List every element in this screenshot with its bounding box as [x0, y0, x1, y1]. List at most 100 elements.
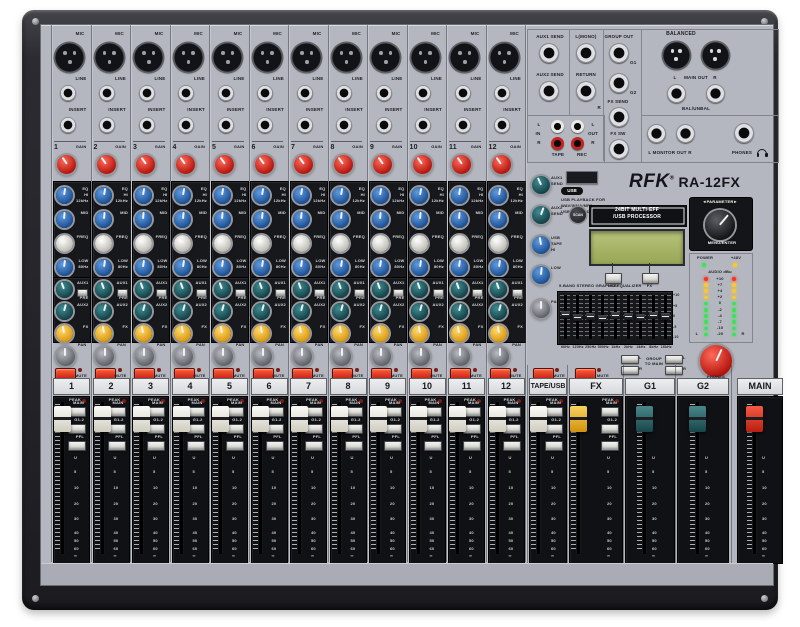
eq-mid-knob[interactable]: [174, 211, 191, 228]
eq-eq-knob[interactable]: [332, 187, 349, 204]
fader-pfl-button[interactable]: [463, 441, 481, 451]
fader-pfl-button[interactable]: [601, 441, 619, 451]
fader-pfl-button[interactable]: [384, 441, 402, 451]
master-fader-tape-usb-cap[interactable]: [530, 406, 547, 432]
aux-fx-knob[interactable]: [490, 325, 507, 342]
eq-mid-knob[interactable]: [135, 211, 152, 228]
aux-fx-knob[interactable]: [56, 325, 73, 342]
aux-aux2-knob[interactable]: [490, 303, 507, 320]
fader-pfl-button[interactable]: [266, 441, 284, 451]
aux-fx-knob[interactable]: [214, 325, 231, 342]
pan-knob[interactable]: [332, 347, 351, 366]
aux-fx-knob[interactable]: [372, 325, 389, 342]
eq-low-knob[interactable]: [332, 259, 349, 276]
channel-fader-cap[interactable]: [370, 406, 387, 432]
eq-freq-knob[interactable]: [293, 235, 310, 252]
g1-to-main-l-button[interactable]: [621, 355, 639, 364]
tape-strip-low-knob[interactable]: [532, 266, 550, 284]
aux-fx-knob[interactable]: [135, 325, 152, 342]
eq-eq-knob[interactable]: [451, 187, 468, 204]
eq-eq-knob[interactable]: [135, 187, 152, 204]
usb-port[interactable]: [566, 171, 598, 184]
fader-pfl-button[interactable]: [147, 441, 165, 451]
aux-aux2-knob[interactable]: [56, 303, 73, 320]
fader-pfl-button[interactable]: [345, 441, 363, 451]
g2-to-main-l-button[interactable]: [665, 355, 683, 364]
aux-fx-knob[interactable]: [411, 325, 428, 342]
pan-knob[interactable]: [411, 347, 430, 366]
g2-to-main-r-button[interactable]: [665, 366, 683, 375]
aux-aux2-knob[interactable]: [135, 303, 152, 320]
channel-fader-cap[interactable]: [54, 406, 71, 432]
gain-knob[interactable]: [452, 155, 471, 174]
eq-low-knob[interactable]: [490, 259, 507, 276]
aux-aux2-knob[interactable]: [332, 303, 349, 320]
tape-strip-aux1-knob[interactable]: [532, 176, 550, 194]
channel-fader-cap[interactable]: [173, 406, 190, 432]
eq-eq-knob[interactable]: [372, 187, 389, 204]
pan-knob[interactable]: [490, 347, 509, 366]
eq-mid-knob[interactable]: [56, 211, 73, 228]
geq-slider[interactable]: [598, 315, 607, 322]
channel-fader-cap[interactable]: [94, 406, 111, 432]
fader-pfl-button[interactable]: [68, 441, 86, 451]
eq-mid-knob[interactable]: [95, 211, 112, 228]
aux-aux1-knob[interactable]: [174, 281, 191, 298]
aux-aux1-knob[interactable]: [411, 281, 428, 298]
aux-fx-knob[interactable]: [332, 325, 349, 342]
eq-mid-knob[interactable]: [451, 211, 468, 228]
pan-knob[interactable]: [372, 347, 391, 366]
gain-knob[interactable]: [57, 155, 76, 174]
geq-slider[interactable]: [573, 314, 582, 321]
aux-aux2-knob[interactable]: [253, 303, 270, 320]
gain-knob[interactable]: [97, 155, 116, 174]
aux-fx-knob[interactable]: [95, 325, 112, 342]
master-fader-g1-cap[interactable]: [636, 406, 653, 432]
eq-freq-knob[interactable]: [56, 235, 73, 252]
fader-pfl-button[interactable]: [226, 441, 244, 451]
eq-mid-knob[interactable]: [372, 211, 389, 228]
eq-freq-knob[interactable]: [411, 235, 428, 252]
channel-fader-cap[interactable]: [331, 406, 348, 432]
aux-aux2-knob[interactable]: [174, 303, 191, 320]
parameter-knob[interactable]: [705, 210, 735, 240]
fader-pfl-button[interactable]: [503, 441, 521, 451]
aux-fx-knob[interactable]: [174, 325, 191, 342]
eq-low-knob[interactable]: [253, 259, 270, 276]
aux-aux1-knob[interactable]: [253, 281, 270, 298]
channel-fader-cap[interactable]: [133, 406, 150, 432]
fader-g1-2-button[interactable]: [601, 424, 619, 434]
eq-eq-knob[interactable]: [253, 187, 270, 204]
eq-mid-knob[interactable]: [253, 211, 270, 228]
master-fader-g2-cap[interactable]: [689, 406, 706, 432]
tape-strip-usb-knob[interactable]: [532, 236, 550, 254]
aux-aux2-knob[interactable]: [293, 303, 310, 320]
eq-eq-knob[interactable]: [490, 187, 507, 204]
eq-eq-knob[interactable]: [95, 187, 112, 204]
pan-knob[interactable]: [135, 347, 154, 366]
eq-eq-knob[interactable]: [214, 187, 231, 204]
pan-knob[interactable]: [253, 347, 272, 366]
tape-strip-aux2-knob[interactable]: [532, 206, 550, 224]
eq-eq-knob[interactable]: [56, 187, 73, 204]
gain-knob[interactable]: [294, 155, 313, 174]
eq-freq-knob[interactable]: [451, 235, 468, 252]
channel-fader-cap[interactable]: [449, 406, 466, 432]
fader-pfl-button[interactable]: [545, 441, 563, 451]
aux-aux2-knob[interactable]: [214, 303, 231, 320]
geq-slider[interactable]: [586, 313, 595, 320]
geq-slider[interactable]: [561, 311, 570, 318]
geq-slider[interactable]: [661, 313, 670, 320]
aux-aux1-knob[interactable]: [135, 281, 152, 298]
gain-knob[interactable]: [136, 155, 155, 174]
aux-aux1-knob[interactable]: [490, 281, 507, 298]
eq-freq-knob[interactable]: [135, 235, 152, 252]
channel-fader-cap[interactable]: [410, 406, 427, 432]
channel-fader-cap[interactable]: [489, 406, 506, 432]
aux-aux1-knob[interactable]: [56, 281, 73, 298]
fader-pfl-button[interactable]: [424, 441, 442, 451]
eq-low-knob[interactable]: [214, 259, 231, 276]
eq-eq-knob[interactable]: [174, 187, 191, 204]
eq-low-knob[interactable]: [135, 259, 152, 276]
phones-level-knob[interactable]: [700, 345, 732, 377]
